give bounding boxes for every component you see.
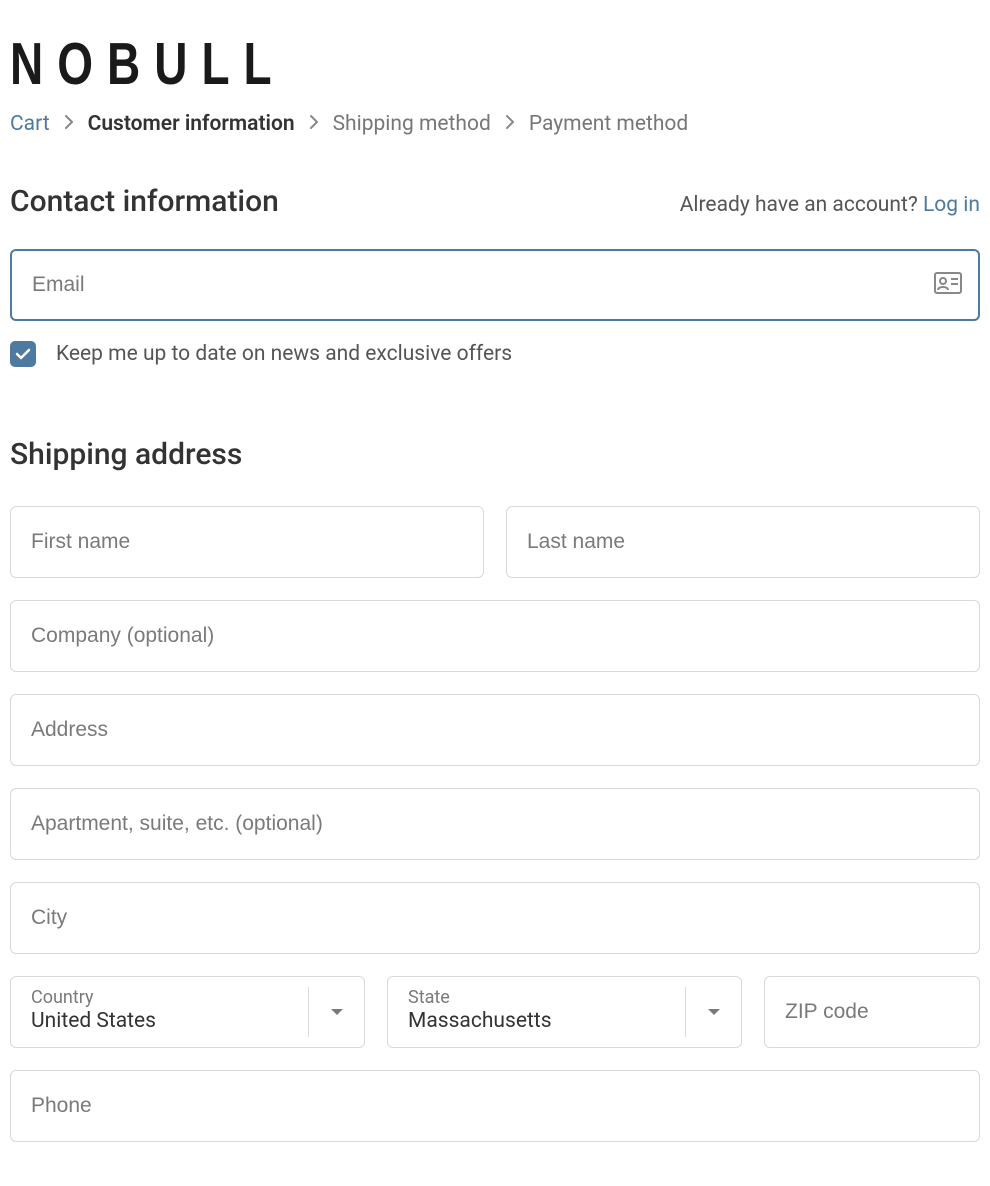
caret-down-icon <box>685 987 741 1037</box>
contact-information-heading: Contact information <box>10 184 279 219</box>
state-select[interactable]: State Massachusetts <box>387 976 742 1048</box>
city-field-wrapper <box>10 882 980 954</box>
apartment-field-wrapper <box>10 788 980 860</box>
zip-input[interactable] <box>764 976 980 1048</box>
address-field-wrapper <box>10 694 980 766</box>
last-name-input[interactable] <box>506 506 980 578</box>
phone-field-wrapper <box>10 1070 980 1142</box>
breadcrumb-step-customer-information: Customer information <box>88 112 295 136</box>
breadcrumb-step-payment-method: Payment method <box>529 112 688 136</box>
state-select-value: Massachusetts <box>408 1008 721 1035</box>
last-name-field-wrapper <box>506 506 980 578</box>
brand-logo: NOBULL <box>10 28 980 98</box>
shipping-address-heading: Shipping address <box>10 437 980 472</box>
login-link[interactable]: Log in <box>923 193 980 217</box>
address-input[interactable] <box>10 694 980 766</box>
checkout-breadcrumb: Cart Customer information Shipping metho… <box>10 112 980 136</box>
first-name-input[interactable] <box>10 506 484 578</box>
email-input[interactable] <box>10 249 980 321</box>
country-select-value: United States <box>31 1008 344 1035</box>
newsletter-checkbox[interactable] <box>10 341 36 367</box>
chevron-right-icon <box>309 112 319 136</box>
apartment-input[interactable] <box>10 788 980 860</box>
zip-field-wrapper <box>764 976 980 1048</box>
country-select[interactable]: Country United States <box>10 976 365 1048</box>
contact-card-icon <box>934 272 962 298</box>
phone-input[interactable] <box>10 1070 980 1142</box>
account-hint: Already have an account? Log in <box>680 193 980 217</box>
chevron-right-icon <box>64 112 74 136</box>
city-input[interactable] <box>10 882 980 954</box>
company-field-wrapper <box>10 600 980 672</box>
breadcrumb-step-cart[interactable]: Cart <box>10 112 50 136</box>
chevron-right-icon <box>505 112 515 136</box>
account-hint-text: Already have an account? <box>680 193 918 217</box>
state-select-label: State <box>408 988 721 1008</box>
state-field-wrapper: State Massachusetts <box>387 976 742 1048</box>
newsletter-checkbox-label: Keep me up to date on news and exclusive… <box>56 342 512 366</box>
caret-down-icon <box>308 987 364 1037</box>
country-field-wrapper: Country United States <box>10 976 365 1048</box>
company-input[interactable] <box>10 600 980 672</box>
country-select-label: Country <box>31 988 344 1008</box>
breadcrumb-step-shipping-method: Shipping method <box>333 112 491 136</box>
first-name-field-wrapper <box>10 506 484 578</box>
email-field-wrapper <box>10 249 980 321</box>
